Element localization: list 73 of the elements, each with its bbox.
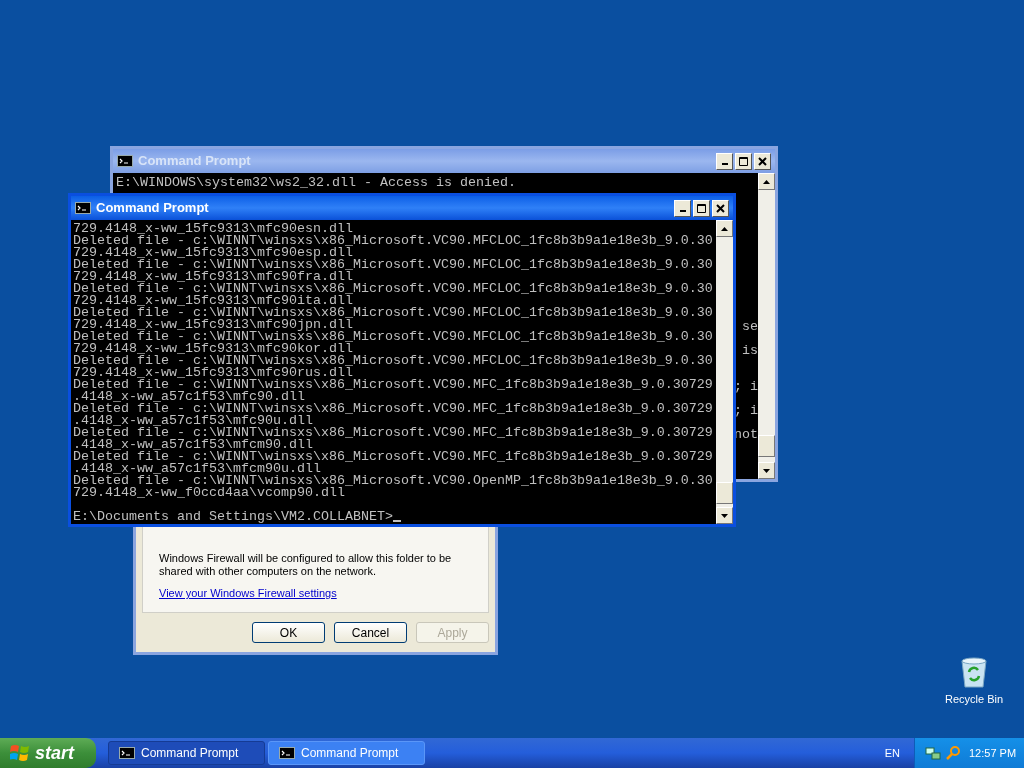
- command-prompt: E:\Documents and Settings\VM2.COLLABNET>: [73, 511, 393, 523]
- console-line: Deleted file - c:\WINNT\winsxs\x86_Microsoft.VC90.OpenMP_1fc8b3b9a1e18e3b_9.0.30: [73, 475, 714, 487]
- console-line: 729.4148_x-ww_15fc9313\mfc90kor.dll: [73, 343, 353, 355]
- maximize-button[interactable]: [693, 199, 710, 217]
- close-icon: [758, 156, 767, 166]
- console-line: Deleted file - c:\WINNT\winsxs\x86_Microsoft.VC90.MFCLOC_1fc8b3b9a1e18e3b_9.0.30: [73, 355, 714, 367]
- network-icon[interactable]: [925, 745, 941, 761]
- scroll-up-button[interactable]: [716, 220, 733, 237]
- close-button[interactable]: [712, 199, 729, 217]
- language-indicator[interactable]: EN: [884, 744, 900, 762]
- minimize-button[interactable]: [674, 199, 691, 217]
- console-line: 729.4148_x-ww_f0ccd4aa\vcomp90.dll: [73, 487, 345, 499]
- minimize-icon: [721, 163, 728, 165]
- console-line: Deleted file - c:\WINNT\winsxs\x86_Microsoft.VC90.MFC_1fc8b3b9a1e18e3b_9.0.30729: [73, 451, 714, 463]
- windows-flag-icon: [10, 744, 30, 762]
- scrollbar[interactable]: [758, 173, 775, 479]
- console-line: .4148_x-ww_a57c1f53\mfc90u.dll: [73, 415, 313, 427]
- dialog-button[interactable]: OK: [252, 622, 325, 643]
- console-line: Deleted file - c:\WINNT\winsxs\x86_Microsoft.VC90.MFCLOC_1fc8b3b9a1e18e3b_9.0.30: [73, 283, 714, 295]
- window-title: Command Prompt: [138, 152, 252, 171]
- console-line: ; i: [734, 381, 758, 393]
- console-line: ; i: [734, 405, 758, 417]
- firewall-message: Windows Firewall will be configured to allow this folder to be shared with other computers on the network.: [159, 552, 453, 578]
- console-line: E:\WINDOWS\system32\ws2_32.dll - Access is denied.: [116, 177, 517, 189]
- console-line: Deleted file - c:\WINNT\winsxs\x86_Microsoft.VC90.MFC_1fc8b3b9a1e18e3b_9.0.30729: [73, 427, 714, 439]
- console-line: 729.4148_x-ww_15fc9313\mfc90jpn.dll: [73, 319, 353, 331]
- console-icon: [117, 155, 133, 167]
- desktop-icon-label[interactable]: Recycle Bin: [944, 691, 1004, 708]
- maximize-icon: [697, 203, 706, 213]
- console-icon: [279, 747, 295, 759]
- taskbar-button[interactable]: Command Prompt: [108, 741, 265, 765]
- console-line: Deleted file - c:\WINNT\winsxs\x86_Microsoft.VC90.MFCLOC_1fc8b3b9a1e18e3b_9.0.30: [73, 331, 714, 343]
- console-line: .4148_x-ww_a57c1f53\mfcm90u.dll: [73, 463, 321, 475]
- minimize-button[interactable]: [716, 152, 733, 170]
- window-title: Command Prompt: [96, 199, 210, 218]
- console-line: Deleted file - c:\WINNT\winsxs\x86_Microsoft.VC90.MFCLOC_1fc8b3b9a1e18e3b_9.0.30: [73, 235, 714, 247]
- maximize-button[interactable]: [735, 152, 752, 170]
- close-button[interactable]: [754, 152, 771, 170]
- close-icon: [716, 203, 725, 213]
- console-line: se: [742, 321, 758, 333]
- console-line: Deleted file - c:\WINNT\winsxs\x86_Microsoft.VC90.MFC_1fc8b3b9a1e18e3b_9.0.30729: [73, 379, 714, 391]
- console-line: is: [742, 345, 758, 357]
- console-line: .4148_x-ww_a57c1f53\mfcm90.dll: [73, 439, 313, 451]
- console-icon: [75, 202, 91, 214]
- scroll-down-button[interactable]: [716, 507, 733, 524]
- minimize-icon: [679, 210, 686, 212]
- console-line: Deleted file - c:\WINNT\winsxs\x86_Microsoft.VC90.MFC_1fc8b3b9a1e18e3b_9.0.30729: [73, 403, 714, 415]
- scroll-down-button[interactable]: [758, 462, 775, 479]
- console-line: 729.4148_x-ww_15fc9313\mfc90rus.dll: [73, 367, 353, 379]
- console-line: 729.4148_x-ww_15fc9313\mfc90esn.dll: [73, 223, 353, 235]
- scroll-thumb[interactable]: [716, 482, 733, 504]
- taskbar-button[interactable]: Command Prompt: [268, 741, 425, 765]
- scroll-up-button[interactable]: [758, 173, 775, 190]
- console-line: .4148_x-ww_a57c1f53\mfc90.dll: [73, 391, 305, 403]
- console-line: 729.4148_x-ww_15fc9313\mfc90ita.dll: [73, 295, 353, 307]
- down-arrow-icon: [763, 468, 770, 473]
- console-line: Deleted file - c:\WINNT\winsxs\x86_Microsoft.VC90.MFCLOC_1fc8b3b9a1e18e3b_9.0.30: [73, 307, 714, 319]
- maximize-icon: [739, 156, 748, 166]
- dialog-button[interactable]: Cancel: [334, 622, 407, 643]
- console-line: Deleted file - c:\WINNT\winsxs\x86_Microsoft.VC90.MFCLOC_1fc8b3b9a1e18e3b_9.0.30: [73, 259, 714, 271]
- clock[interactable]: 12:57 PM: [969, 744, 1017, 762]
- scroll-thumb[interactable]: [758, 435, 775, 457]
- console-line: 729.4148_x-ww_15fc9313\mfc90esp.dll: [73, 247, 353, 259]
- scrollbar[interactable]: [716, 220, 733, 524]
- down-arrow-icon: [721, 513, 728, 518]
- firewall-settings-link[interactable]: View your Windows Firewall settings: [159, 587, 472, 600]
- console-line: 729.4148_x-ww_15fc9313\mfc90fra.dll: [73, 271, 353, 283]
- text-cursor: [392, 520, 401, 522]
- recycle-bin-icon[interactable]: [959, 656, 989, 688]
- console-icon: [119, 747, 135, 759]
- up-arrow-icon: [763, 179, 770, 184]
- up-arrow-icon: [721, 226, 728, 231]
- start-button[interactable]: start: [0, 738, 96, 768]
